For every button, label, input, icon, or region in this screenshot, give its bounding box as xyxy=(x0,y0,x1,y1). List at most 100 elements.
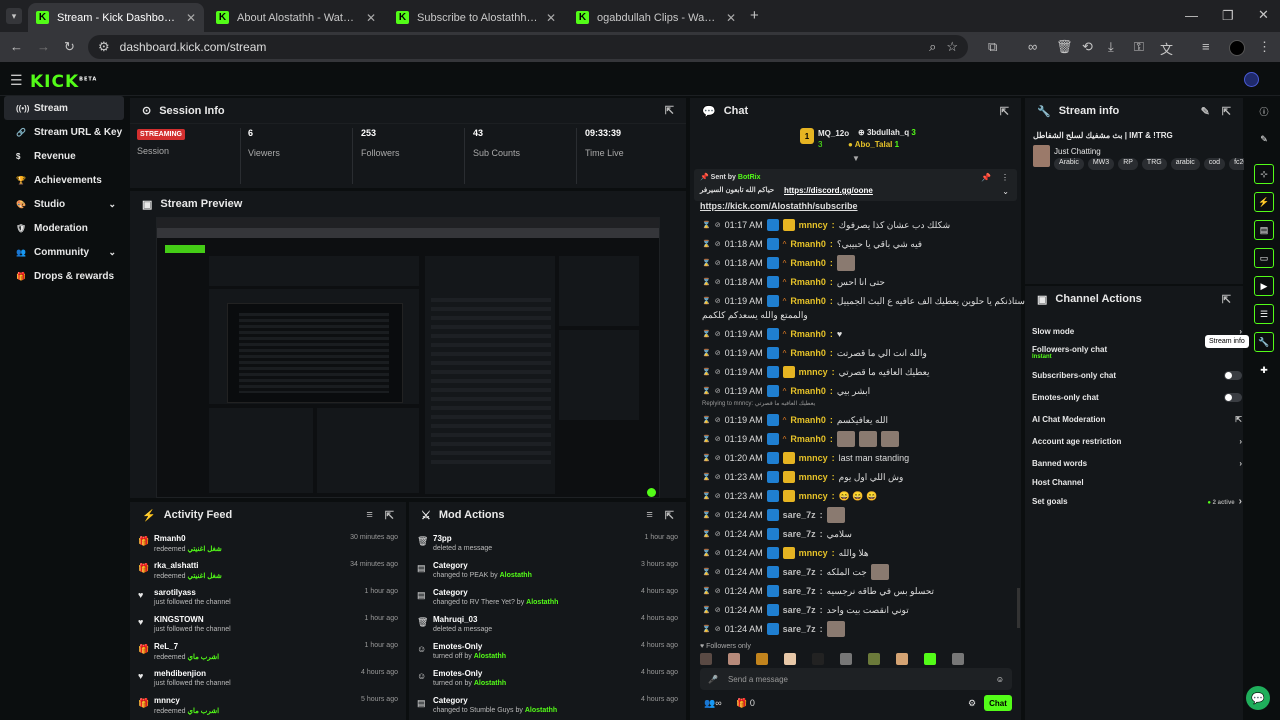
history-icon[interactable]: ⟲ xyxy=(1082,39,1093,55)
emote-icon[interactable] xyxy=(700,653,712,665)
browser-tab[interactable]: Kogabdullah Clips - Watch Live on Kick ✕ xyxy=(568,3,744,32)
emoji-icon[interactable]: ☺ xyxy=(996,675,1004,684)
message-user[interactable]: Rmanh0 xyxy=(790,415,826,425)
sidebar-item-moderation[interactable]: 🛡 Moderation xyxy=(4,216,124,240)
close-window-icon[interactable]: ✕ xyxy=(1258,7,1269,23)
emote-icon[interactable] xyxy=(784,653,796,665)
add-widget-icon[interactable]: ✚ xyxy=(1254,360,1274,380)
popout-icon[interactable]: ⇱ xyxy=(1000,105,1009,118)
ban-icon[interactable]: ⊘ xyxy=(715,511,721,519)
activity-user[interactable]: mnncy xyxy=(154,696,180,705)
timeout-icon[interactable]: ⌛ xyxy=(702,368,711,376)
leader-name[interactable]: ● Abo_Talal 1 xyxy=(848,140,899,149)
sidebar-item-stream[interactable]: ((•)) Stream xyxy=(4,96,124,120)
channel-action-subscribers-only-chat[interactable]: Subscribers-only chat xyxy=(1032,366,1242,384)
popout-icon[interactable]: ⇱ xyxy=(1222,293,1231,306)
chat-message[interactable]: ⌛ ⊘ 01:18 AM ^ Rmanh0: xyxy=(702,254,855,272)
message-user[interactable]: mnncy xyxy=(799,472,828,482)
download-icon[interactable]: ⤓ xyxy=(1108,39,1114,55)
unpin-icon[interactable]: 📌 xyxy=(981,173,991,182)
timeout-icon[interactable]: ⌛ xyxy=(702,473,711,481)
timeout-icon[interactable]: ⌛ xyxy=(702,511,711,519)
ban-icon[interactable]: ⊘ xyxy=(715,368,721,376)
chat-message[interactable]: ⌛ ⊘ 01:24 AM sare_7z: xyxy=(702,620,845,638)
tag-chip[interactable]: arabic xyxy=(1170,158,1200,170)
message-user[interactable]: Rmanh0 xyxy=(790,239,826,249)
timeout-icon[interactable]: ⌛ xyxy=(702,240,711,248)
channel-action-account-age-restriction[interactable]: Account age restriction › xyxy=(1032,432,1242,450)
sidebar-item-studio[interactable]: 🎨 Studio ⌄ xyxy=(4,192,124,216)
tab-close-icon[interactable]: ✕ xyxy=(186,11,196,25)
edit-icon[interactable]: ✎ xyxy=(1201,105,1210,118)
profile-avatar[interactable] xyxy=(1229,40,1245,56)
chat-message[interactable]: ⌛ ⊘ 01:20 AM mnncy: last man standing xyxy=(702,449,909,467)
browser-tab[interactable]: K About Alostathh - Watch Live on Kick ✕ xyxy=(208,3,384,32)
filter-icon[interactable]: ≡ xyxy=(366,509,372,522)
timeout-icon[interactable]: ⌛ xyxy=(702,492,711,500)
ban-icon[interactable]: ⊘ xyxy=(715,473,721,481)
channel-action-set-goals[interactable]: Set goals ● 2 active › xyxy=(1032,492,1242,510)
mod-by[interactable]: Alostathh xyxy=(526,599,558,606)
chat-message[interactable]: ⌛ ⊘ 01:24 AM mnncy: هلا والله xyxy=(702,544,869,562)
ban-icon[interactable]: ⊘ xyxy=(715,387,721,395)
sidebar-item-achievements[interactable]: 🏆 Achievements xyxy=(4,168,124,192)
activity-user[interactable]: KINGSTOWN xyxy=(154,615,204,624)
help-chat-icon[interactable]: 💬 xyxy=(1246,686,1270,710)
tag-chip[interactable]: Arabic xyxy=(1054,158,1084,170)
ban-icon[interactable]: ⊘ xyxy=(715,278,721,286)
extensions-icon[interactable]: ⧉ xyxy=(988,39,997,55)
gift-icon[interactable]: 🎁 xyxy=(736,698,747,708)
ban-icon[interactable]: ⊘ xyxy=(715,492,721,500)
expand-icon[interactable]: ▼ xyxy=(852,154,860,163)
browser-tab[interactable]: K Stream - Kick Dashboard ✕ xyxy=(28,3,204,32)
chat-message[interactable]: ⌛ ⊘ 01:18 AM ^ Rmanh0: حتى انا احس xyxy=(702,273,885,291)
leader-name[interactable]: MQ_12o xyxy=(818,129,849,138)
tab-close-icon[interactable]: ✕ xyxy=(366,11,376,25)
ban-icon[interactable]: ⊘ xyxy=(715,625,721,633)
collapse-icon[interactable]: ⌄ xyxy=(1002,187,1009,196)
minimize-icon[interactable]: — xyxy=(1185,8,1198,23)
tab-search-icon[interactable]: ▾ xyxy=(6,8,22,24)
kick-logo[interactable]: KICKBETA xyxy=(30,72,97,92)
maximize-icon[interactable]: ❐ xyxy=(1222,8,1234,24)
message-user[interactable]: Rmanh0 xyxy=(790,348,826,358)
timeout-icon[interactable]: ⌛ xyxy=(702,549,711,557)
mod-by[interactable]: Alostathh xyxy=(474,653,506,660)
ban-icon[interactable]: ⊘ xyxy=(715,240,721,248)
sidebar-item-stream-url-key[interactable]: 🔗 Stream URL & Key xyxy=(4,120,124,144)
menu-dots-icon[interactable]: ⋮ xyxy=(1258,39,1271,55)
ban-icon[interactable]: ⊘ xyxy=(715,259,721,267)
ban-icon[interactable]: ⊘ xyxy=(715,330,721,338)
browser-tab[interactable]: K Subscribe to Alostathh - Kick Stream ✕ xyxy=(388,3,564,32)
more-icon[interactable]: ⋮ xyxy=(1001,173,1009,182)
timeout-icon[interactable]: ⌛ xyxy=(702,587,711,595)
chat-message[interactable]: ⌛ ⊘ 01:24 AM sare_7z: توني انقصت بيت واحد xyxy=(702,601,909,619)
emote-icon[interactable] xyxy=(924,653,936,665)
chat-message[interactable]: ⌛ ⊘ 01:17 AM mnncy: شكلك دب عشان كذا يصرفوك xyxy=(702,216,950,234)
play-icon[interactable]: ▶ xyxy=(1254,276,1274,296)
message-user[interactable]: sare_7z xyxy=(783,510,816,520)
settings-gear-icon[interactable]: ⚙ xyxy=(968,698,976,709)
forward-icon[interactable]: → xyxy=(37,39,50,54)
ban-icon[interactable]: ⊘ xyxy=(715,349,721,357)
message-user[interactable]: Rmanh0 xyxy=(790,386,826,396)
tag-chip[interactable]: MW3 xyxy=(1087,158,1115,170)
toggle-switch[interactable] xyxy=(1224,392,1242,402)
message-user[interactable]: sare_7z xyxy=(783,605,816,615)
sidebar-item-drops-rewards[interactable]: 🎁 Drops & rewards xyxy=(4,264,124,288)
subscribe-link[interactable]: https://kick.com/Alostathh/subscribe xyxy=(700,201,858,211)
ban-icon[interactable]: ⊘ xyxy=(715,416,721,424)
ban-icon[interactable]: ⊘ xyxy=(715,454,721,462)
ban-icon[interactable]: ⊘ xyxy=(715,549,721,557)
toggle-switch[interactable] xyxy=(1224,370,1242,380)
activity-user[interactable]: rka_alshatti xyxy=(154,561,198,570)
site-info-icon[interactable]: ⚙ xyxy=(98,39,110,55)
ban-icon[interactable]: ⊘ xyxy=(715,587,721,595)
message-user[interactable]: sare_7z xyxy=(783,529,816,539)
url-field[interactable]: ⚙ dashboard.kick.com/stream ⌕ ☆ xyxy=(88,35,968,59)
emote-icon[interactable] xyxy=(952,653,964,665)
ban-icon[interactable]: ⊘ xyxy=(715,530,721,538)
emote-icon[interactable] xyxy=(868,653,880,665)
timeout-icon[interactable]: ⌛ xyxy=(702,530,711,538)
chat-message[interactable]: ⌛ ⊘ 01:23 AM mnncy: 😄 😄 😄 xyxy=(702,487,877,505)
